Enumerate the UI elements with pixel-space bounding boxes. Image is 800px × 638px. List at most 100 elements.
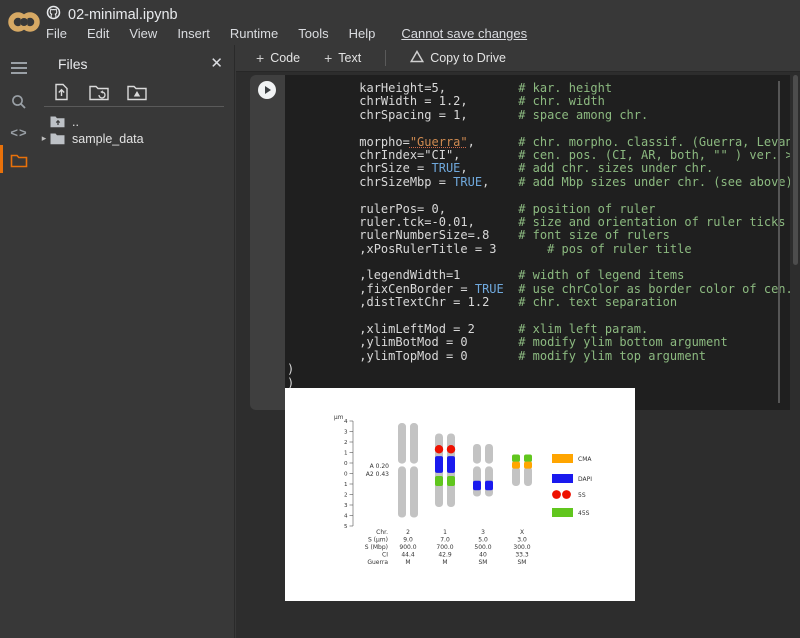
svg-text:44.4: 44.4 — [401, 552, 415, 559]
files-rail-icon[interactable] — [0, 145, 38, 175]
tree-item-label: .. — [72, 115, 79, 129]
close-icon[interactable]: ✕ — [210, 54, 223, 72]
svg-text:500.0: 500.0 — [474, 544, 491, 551]
files-actions — [44, 81, 224, 107]
tree-item-sample_data[interactable]: ▸ sample_data — [38, 130, 235, 147]
add-code-label: Code — [270, 51, 300, 65]
drive-icon — [410, 50, 424, 66]
file-tree: ..▸ sample_data — [38, 113, 235, 147]
svg-text:300.0: 300.0 — [513, 544, 530, 551]
plus-icon: + — [324, 50, 332, 66]
code-snippets-icon[interactable]: <> — [0, 117, 38, 147]
menu-tools[interactable]: Tools — [298, 26, 328, 41]
title-row: 02-minimal.ipynb — [46, 6, 178, 24]
svg-text:SM: SM — [479, 559, 488, 566]
folder-up-icon — [50, 115, 65, 128]
svg-text:CMA: CMA — [578, 456, 592, 463]
cell-output: µm43210012345A 0.20A2 0.43Chr.S (µm)S (M… — [285, 388, 635, 601]
svg-text:33.3: 33.3 — [515, 552, 529, 559]
add-text-button[interactable]: + Text — [314, 47, 371, 69]
cell-scrollbar[interactable] — [778, 81, 780, 403]
refresh-folder-icon[interactable] — [86, 81, 112, 103]
menu-view[interactable]: View — [129, 26, 157, 41]
svg-text:40: 40 — [479, 552, 487, 559]
menu-runtime[interactable]: Runtime — [230, 26, 278, 41]
svg-text:Guerra: Guerra — [367, 559, 388, 566]
notebook-title[interactable]: 02-minimal.ipynb — [68, 7, 178, 23]
top-bar: 02-minimal.ipynb File Edit View Insert Runti… — [0, 0, 800, 45]
copy-to-drive-button[interactable]: Copy to Drive — [400, 47, 516, 69]
menu-file[interactable]: File — [46, 26, 67, 41]
svg-text:900.0: 900.0 — [399, 544, 416, 551]
left-rail: <> — [0, 45, 38, 638]
svg-text:7.0: 7.0 — [440, 537, 450, 544]
svg-text:5: 5 — [344, 524, 348, 530]
svg-text:S (Mbp): S (Mbp) — [365, 544, 388, 551]
expand-arrow-icon[interactable]: ▸ — [38, 133, 50, 144]
svg-text:0: 0 — [344, 472, 348, 478]
svg-text:3.0: 3.0 — [517, 537, 527, 544]
colab-app: 02-minimal.ipynb File Edit View Insert Runti… — [0, 0, 800, 638]
svg-text:X: X — [520, 529, 524, 536]
svg-text:3: 3 — [344, 430, 348, 436]
menu-insert[interactable]: Insert — [177, 26, 210, 41]
run-cell-button[interactable] — [257, 80, 277, 100]
svg-text:4: 4 — [344, 514, 348, 520]
svg-text:0: 0 — [344, 461, 348, 467]
tree-item-label: sample_data — [72, 132, 144, 146]
menu-edit[interactable]: Edit — [87, 26, 109, 41]
svg-text:9.0: 9.0 — [403, 537, 413, 544]
svg-text:700.0: 700.0 — [436, 544, 453, 551]
svg-text:3: 3 — [481, 529, 485, 536]
upload-file-icon[interactable] — [48, 81, 74, 103]
svg-text:M: M — [442, 559, 447, 566]
svg-text:DAPI: DAPI — [578, 476, 592, 483]
svg-text:S (µm): S (µm) — [368, 537, 388, 544]
toolbar-divider — [385, 50, 386, 66]
plus-icon: + — [256, 50, 264, 66]
svg-text:5S: 5S — [578, 492, 586, 499]
notebook-main: + Code + Text Copy to Drive — [236, 45, 800, 638]
svg-text:Chr.: Chr. — [376, 529, 388, 536]
svg-text:2: 2 — [406, 529, 410, 536]
svg-text:1: 1 — [443, 529, 447, 536]
files-panel: Files ✕ — [38, 45, 235, 638]
page-scrollbar[interactable] — [793, 75, 798, 265]
save-status-link[interactable]: Cannot save changes — [401, 26, 527, 41]
github-icon — [46, 5, 61, 25]
menu-help[interactable]: Help — [349, 26, 376, 41]
output-figure-idiogram: µm43210012345A 0.20A2 0.43Chr.S (µm)S (M… — [285, 388, 635, 601]
menu-bar: File Edit View Insert Runtime Tools Help Cannot… — [46, 26, 527, 41]
svg-text:SM: SM — [518, 559, 527, 566]
colab-logo-icon[interactable] — [8, 8, 40, 36]
search-icon[interactable] — [0, 87, 38, 117]
svg-text:3: 3 — [344, 503, 348, 509]
svg-text:2: 2 — [344, 493, 348, 499]
svg-text:45S: 45S — [578, 510, 590, 517]
svg-text:42.9: 42.9 — [438, 552, 452, 559]
notebook-toolbar: + Code + Text Copy to Drive — [236, 45, 800, 72]
files-title: Files — [58, 56, 88, 72]
svg-text:1: 1 — [344, 482, 348, 488]
code-text: karHeight=5, # kar. height chrWidth = 1.… — [285, 75, 790, 403]
folder-icon — [50, 132, 65, 145]
svg-text:A 0.20: A 0.20 — [370, 463, 390, 470]
svg-text:1: 1 — [344, 451, 348, 457]
tree-item-[interactable]: .. — [38, 113, 235, 130]
svg-text:CI: CI — [382, 552, 388, 559]
svg-text:5.0: 5.0 — [478, 537, 488, 544]
table-of-contents-icon[interactable] — [0, 53, 38, 83]
svg-text:M: M — [405, 559, 410, 566]
add-text-label: Text — [338, 51, 361, 65]
mount-drive-icon[interactable] — [124, 81, 150, 103]
active-tab-indicator — [0, 145, 3, 173]
svg-text:A2 0.43: A2 0.43 — [366, 471, 389, 478]
files-header: Files ✕ — [38, 53, 235, 77]
cell-gutter — [250, 75, 285, 410]
svg-text:4: 4 — [344, 419, 348, 425]
svg-text:µm: µm — [334, 415, 344, 421]
add-code-button[interactable]: + Code — [246, 47, 310, 69]
code-editor[interactable]: karHeight=5, # kar. height chrWidth = 1.… — [285, 75, 790, 410]
svg-text:2: 2 — [344, 440, 348, 446]
code-cell: karHeight=5, # kar. height chrWidth = 1.… — [250, 75, 790, 410]
